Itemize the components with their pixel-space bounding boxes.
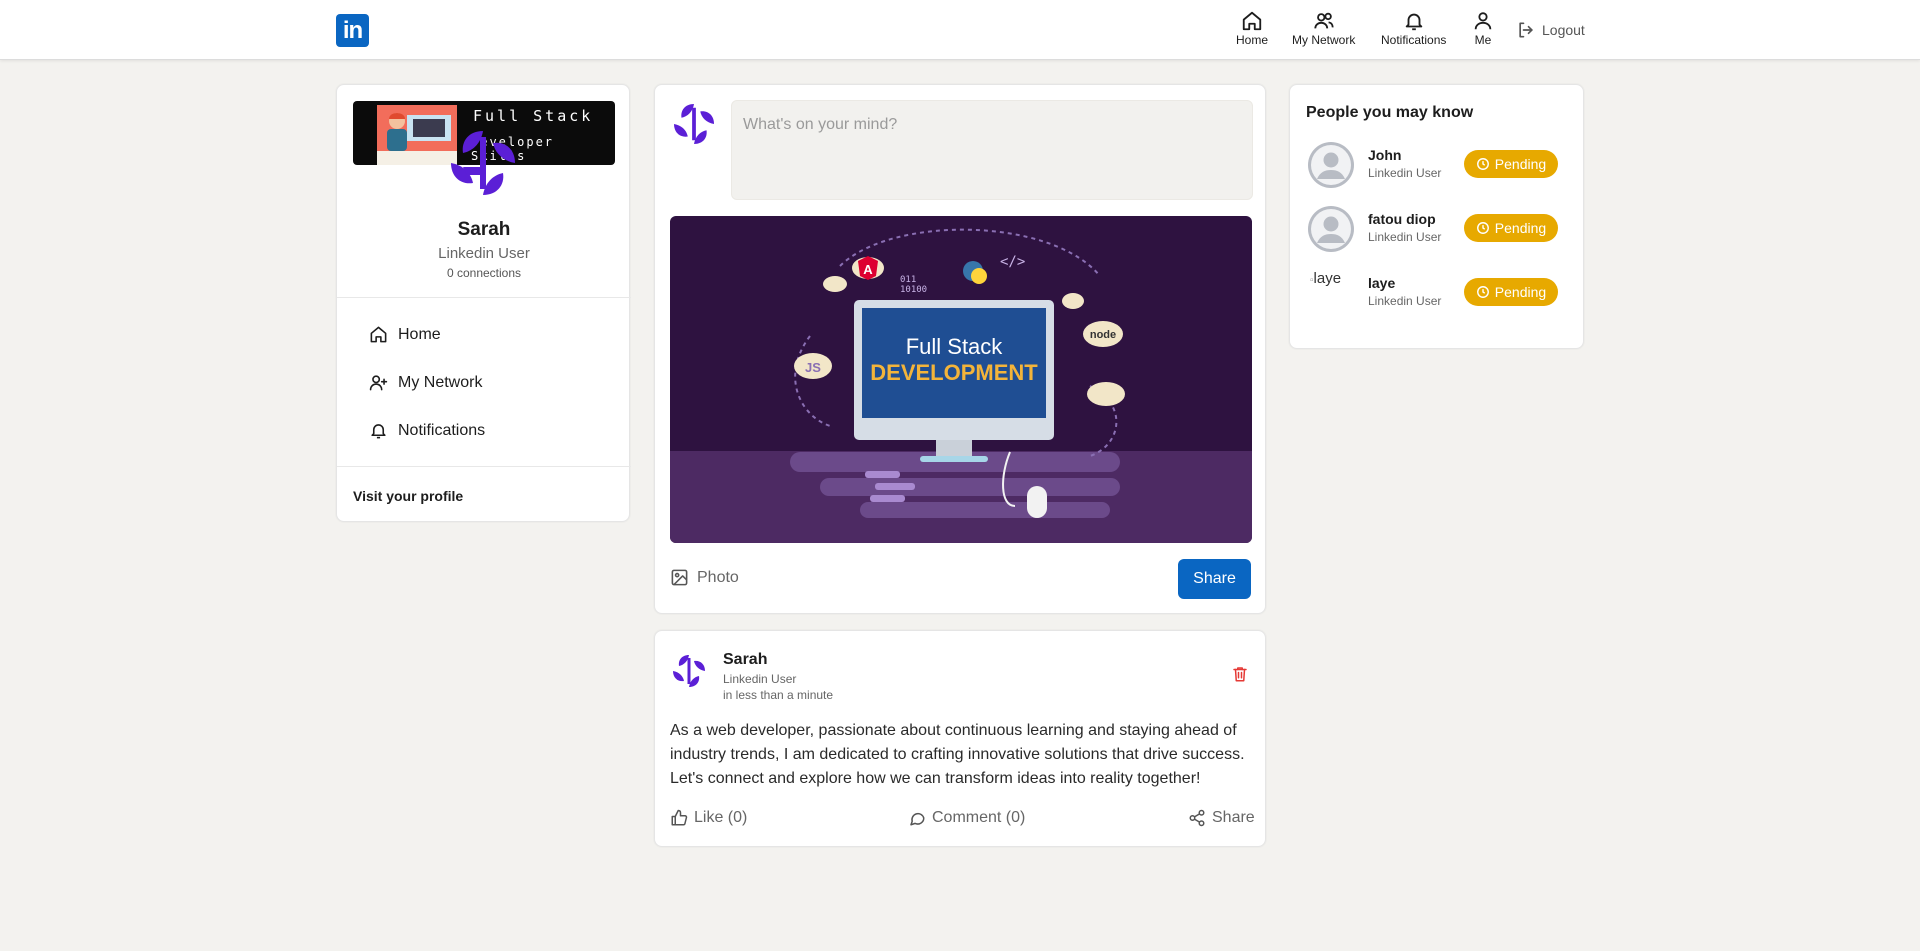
share-post-action[interactable]: Share xyxy=(1188,809,1255,827)
feed-post: Sarah Linkedin User in less than a minut… xyxy=(654,630,1266,847)
divider xyxy=(337,466,631,467)
share-icon xyxy=(1189,809,1205,827)
suggestion-item: ▫laye laye Linkedin User Pending xyxy=(1308,270,1578,320)
photo-label: Photo xyxy=(697,568,739,586)
suggestion-name[interactable]: laye xyxy=(1368,275,1395,291)
profile-connections: 0 connections xyxy=(446,266,522,280)
post-text-input[interactable]: What's on your mind? xyxy=(731,100,1253,200)
broken-avatar-image[interactable]: ▫laye xyxy=(1310,270,1341,287)
logout-label: Logout xyxy=(1542,22,1585,38)
post-author-name[interactable]: Sarah xyxy=(723,651,767,669)
suggestion-item: John Linkedin User Pending xyxy=(1308,142,1578,192)
sidebar-item-notifications[interactable]: Notifications xyxy=(369,421,485,440)
nav-me[interactable]: Me xyxy=(1472,10,1494,47)
suggestion-name[interactable]: John xyxy=(1368,147,1401,163)
clock-icon xyxy=(1476,222,1489,234)
image-title-line-1: Full Stack xyxy=(906,334,1004,359)
thumbs-up-icon xyxy=(671,809,688,826)
home-icon xyxy=(1242,11,1262,31)
clock-icon xyxy=(1476,158,1489,170)
svg-text:A: A xyxy=(863,262,873,277)
pending-label: Pending xyxy=(1494,284,1547,300)
svg-text:</>: </> xyxy=(1000,254,1025,270)
nav-me-label: Me xyxy=(1474,33,1492,47)
sidebar-item-my-network[interactable]: My Network xyxy=(369,373,482,392)
suggestions-title: People you may know xyxy=(1306,104,1474,121)
suggestion-title: Linkedin User xyxy=(1368,166,1442,180)
profile-title: Linkedin User xyxy=(438,245,530,262)
like-button[interactable]: Like (0) xyxy=(670,809,747,827)
image-icon xyxy=(671,569,688,586)
sidebar-item-home[interactable]: Home xyxy=(369,325,441,344)
bell-icon xyxy=(1405,13,1422,31)
suggestion-title: Linkedin User xyxy=(1368,230,1442,244)
comment-icon xyxy=(910,812,925,826)
pending-label: Pending xyxy=(1494,156,1547,172)
svg-text:011: 011 xyxy=(900,275,916,285)
suggestion-title: Linkedin User xyxy=(1368,294,1442,308)
add-photo-button[interactable]: Photo xyxy=(670,568,739,587)
pending-button[interactable]: Pending xyxy=(1464,214,1558,242)
pending-button[interactable]: Pending xyxy=(1464,278,1558,306)
user-icon xyxy=(1474,12,1492,30)
network-icon xyxy=(1314,12,1334,29)
sidebar-item-label: My Network xyxy=(398,373,483,391)
image-title-line-2: DEVELOPMENT xyxy=(870,360,1038,385)
suggestion-name[interactable]: fatou diop xyxy=(1368,211,1436,227)
default-avatar-icon[interactable] xyxy=(1308,142,1354,188)
add-user-icon xyxy=(369,375,388,391)
svg-text:10100: 10100 xyxy=(900,285,927,295)
nav-home[interactable]: Home xyxy=(1236,10,1268,47)
default-avatar-icon[interactable] xyxy=(1308,206,1354,252)
comment-button[interactable]: Comment (0) xyxy=(908,809,1025,827)
logout-icon xyxy=(1519,22,1533,38)
composer-avatar xyxy=(674,104,714,144)
nav-notifications[interactable]: Notifications xyxy=(1381,10,1446,47)
comment-label: Comment (0) xyxy=(932,809,1026,826)
home-icon xyxy=(370,326,387,343)
post-timestamp: in less than a minute xyxy=(723,688,834,702)
like-label: Like (0) xyxy=(694,809,748,826)
bell-icon xyxy=(371,424,386,439)
nav-notifications-label: Notifications xyxy=(1381,33,1447,47)
sidebar-item-label: Home xyxy=(398,325,441,343)
logout-button[interactable]: Logout xyxy=(1516,20,1585,40)
svg-text:node: node xyxy=(1090,329,1116,341)
post-author-avatar[interactable] xyxy=(669,651,709,691)
share-label: Share xyxy=(1212,809,1255,826)
nav-my-network-label: My Network xyxy=(1292,33,1356,47)
top-navbar: in Home My Network Notifications Me Logo… xyxy=(0,0,1920,60)
suggestion-item: fatou diop Linkedin User Pending xyxy=(1308,206,1578,256)
nav-home-label: Home xyxy=(1236,33,1269,47)
pending-button[interactable]: Pending xyxy=(1464,150,1558,178)
delete-post-icon[interactable] xyxy=(1231,665,1249,683)
post-composer: What's on your mind? A JS node 011 10100… xyxy=(654,84,1266,614)
post-body-text: As a web developer, passionate about con… xyxy=(670,722,1245,787)
avatar-alt-text: laye xyxy=(1313,270,1342,287)
people-you-may-know-card: People you may know John Linkedin User P… xyxy=(1289,84,1584,349)
sidebar-item-label: Notifications xyxy=(398,421,486,439)
linkedin-logo[interactable]: in xyxy=(336,14,369,47)
profile-avatar[interactable] xyxy=(443,123,523,203)
post-author-title: Linkedin User xyxy=(723,672,797,686)
profile-name[interactable]: Sarah xyxy=(337,219,631,241)
post-image-preview: A JS node 011 10100 </> Full Stack DEVEL… xyxy=(670,216,1252,543)
divider xyxy=(337,297,631,298)
visit-profile-link[interactable]: Visit your profile xyxy=(353,488,463,504)
nav-my-network[interactable]: My Network xyxy=(1292,10,1355,47)
share-post-button[interactable]: Share xyxy=(1178,559,1251,599)
svg-text:JS: JS xyxy=(805,360,821,375)
clock-icon xyxy=(1476,286,1489,298)
profile-card: Full Stack Developer Skills Sarah Linked… xyxy=(336,84,631,522)
pending-label: Pending xyxy=(1494,220,1547,236)
